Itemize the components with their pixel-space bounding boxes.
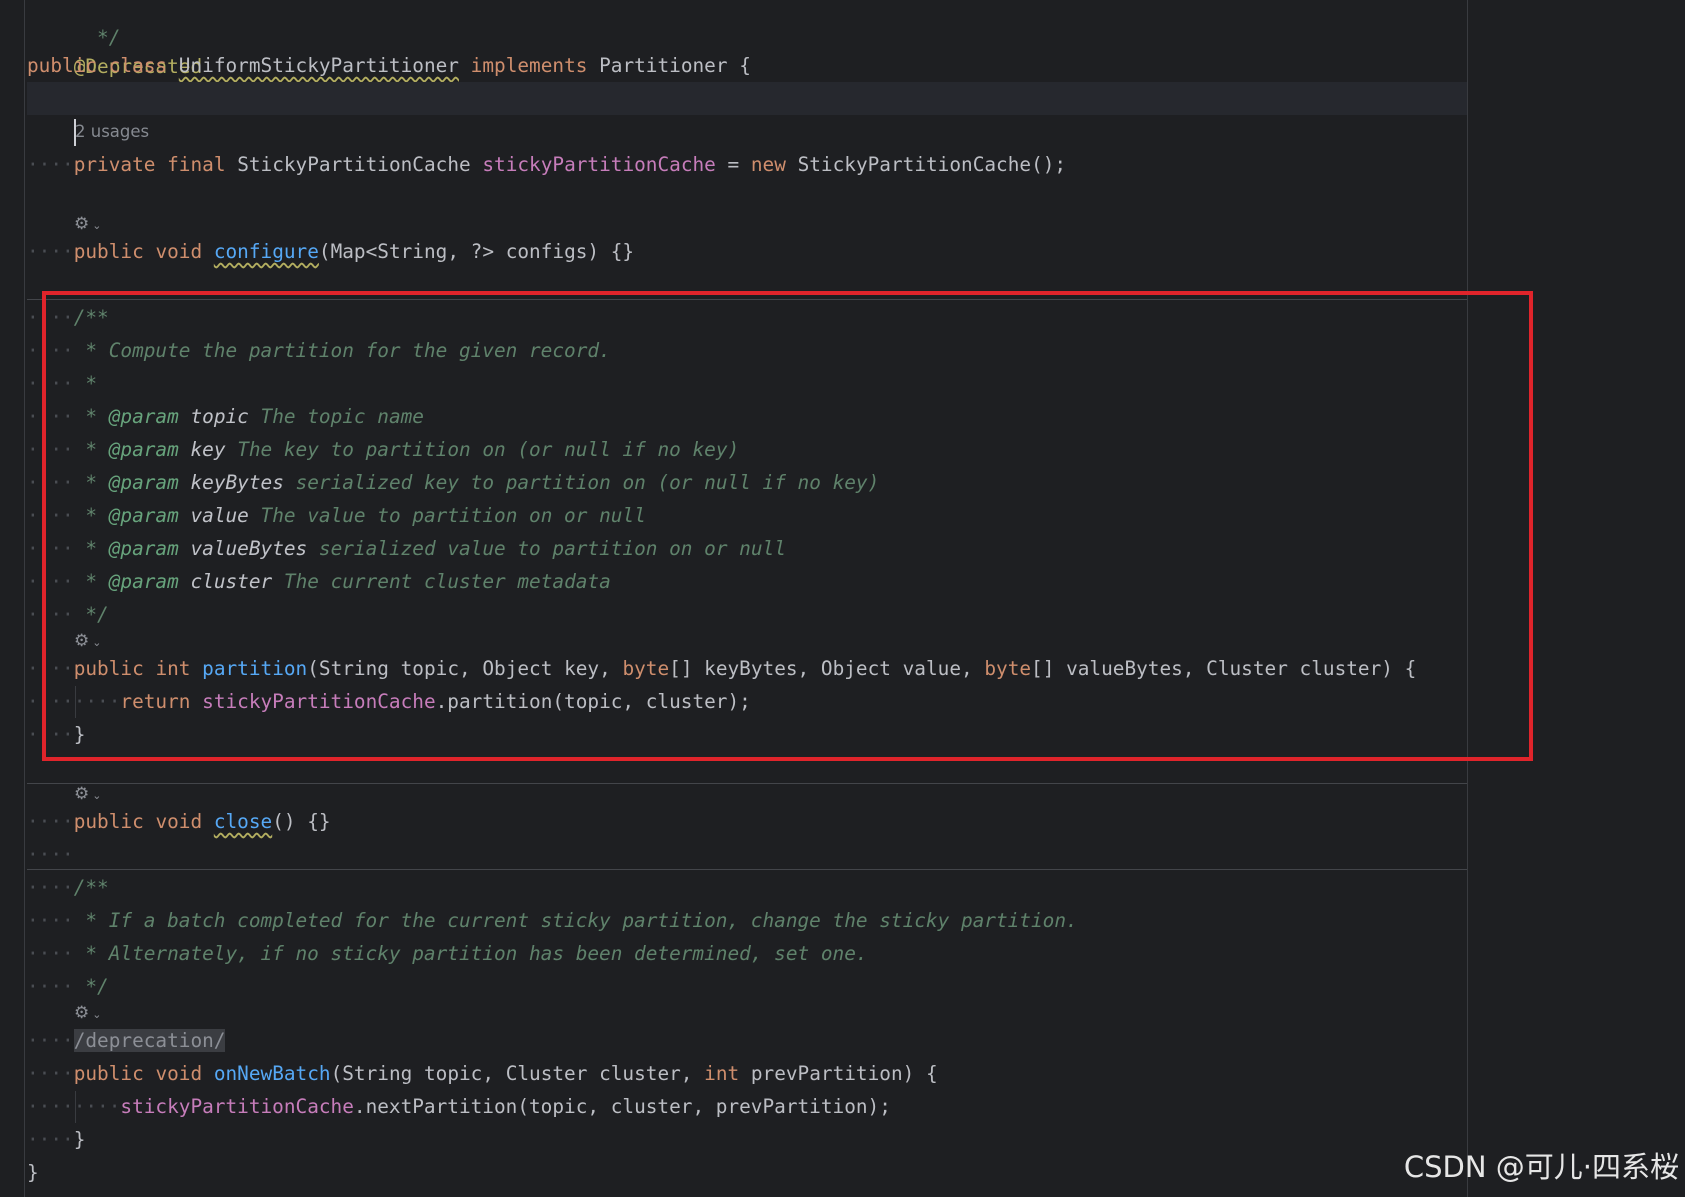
usages-inlay-hint[interactable]: 2 usages	[75, 120, 149, 144]
keyword: public	[27, 54, 98, 77]
field-name[interactable]: stickyPartitionCache	[120, 1095, 353, 1118]
code-line[interactable]: ····	[27, 838, 74, 871]
code-line[interactable]: ····}	[27, 1123, 85, 1156]
method-separator	[27, 869, 1467, 870]
keyword: void	[155, 810, 203, 833]
params: (Map<String, ?> configs) {}	[318, 240, 635, 263]
brace: }	[73, 1128, 86, 1151]
chevron-down-icon: ⌄	[92, 1008, 102, 1021]
code-editor[interactable]: */ @Deprecated public class UniformStick…	[0, 0, 1685, 1197]
watermark: CSDN @可儿·四系桜	[1403, 1150, 1679, 1184]
gear-icon: ⚙	[74, 214, 90, 234]
doc-comment: * Alternately, if no sticky partition ha…	[73, 942, 868, 965]
keyword: final	[167, 153, 226, 176]
method-separator	[27, 783, 1467, 784]
keyword: void	[155, 1062, 203, 1085]
code-line[interactable]: public class UniformStickyPartitioner im…	[27, 49, 751, 82]
chevron-down-icon: ⌄	[92, 789, 102, 802]
params: (String topic, Cluster cluster,	[330, 1062, 705, 1085]
code-line[interactable]: }	[27, 1156, 39, 1189]
keyword: public	[73, 1062, 144, 1085]
interface-name[interactable]: Partitioner	[599, 54, 727, 77]
implements-gutter-marker[interactable]: ⚙ ⌄	[74, 213, 101, 235]
doc-comment: */	[73, 975, 109, 998]
operator: =	[715, 153, 751, 176]
code-line[interactable]: ····/**	[27, 871, 109, 904]
keyword: public	[73, 810, 144, 833]
doc-comment: /**	[73, 876, 109, 899]
code-line[interactable]: ···· */	[27, 970, 109, 1003]
gear-icon: ⚙	[74, 1003, 90, 1023]
code-line[interactable]: ····public void onNewBatch(String topic,…	[27, 1057, 938, 1090]
doc-comment: * If a batch completed for the current s…	[73, 909, 1078, 932]
method-call[interactable]: .nextPartition(topic, cluster, prevParti…	[354, 1095, 891, 1118]
highlight-box	[42, 291, 1533, 761]
keyword: new	[750, 153, 786, 176]
deprecation-inlay[interactable]: /deprecation/	[73, 1029, 226, 1052]
keyword: class	[108, 54, 168, 77]
keyword: implements	[470, 54, 588, 77]
keyword: int	[704, 1062, 740, 1085]
code-line[interactable]: ····/deprecation/	[27, 1024, 226, 1057]
gutter-border	[24, 0, 25, 1197]
type-name[interactable]: StickyPartitionCache	[237, 153, 470, 176]
class-name[interactable]: UniformStickyPartitioner	[179, 54, 459, 77]
brace: {	[727, 54, 751, 77]
code-line[interactable]: ····public void configure(Map<String, ?>…	[27, 235, 634, 268]
chevron-down-icon: ⌄	[92, 219, 102, 232]
code-line[interactable]: ···· * If a batch completed for the curr…	[27, 904, 1078, 937]
keyword: private	[73, 153, 156, 176]
code-line[interactable]: ···· * Alternately, if no sticky partiti…	[27, 937, 868, 970]
current-line[interactable]	[27, 82, 1467, 146]
code-line[interactable]: ····public void close() {}	[27, 805, 331, 838]
brace: }	[27, 1161, 39, 1184]
code-line[interactable]: ····private final StickyPartitionCache s…	[27, 148, 1066, 181]
code-line[interactable]: ········stickyPartitionCache.nextPartiti…	[27, 1090, 891, 1123]
field-name[interactable]: stickyPartitionCache	[482, 153, 715, 176]
keyword: void	[155, 240, 203, 263]
implements-gutter-marker[interactable]: ⚙ ⌄	[74, 1002, 101, 1024]
gear-icon: ⚙	[74, 784, 90, 804]
params: prevPartition) {	[739, 1062, 938, 1085]
method-name[interactable]: onNewBatch	[214, 1062, 331, 1085]
code-line[interactable]: @Deprecated	[27, 17, 202, 78]
implements-gutter-marker[interactable]: ⚙ ⌄	[74, 783, 101, 805]
params: () {}	[272, 810, 331, 833]
keyword: public	[73, 240, 144, 263]
method-name[interactable]: configure	[214, 240, 319, 263]
constructor-call[interactable]: StickyPartitionCache();	[786, 153, 1067, 176]
method-name[interactable]: close	[214, 810, 272, 833]
